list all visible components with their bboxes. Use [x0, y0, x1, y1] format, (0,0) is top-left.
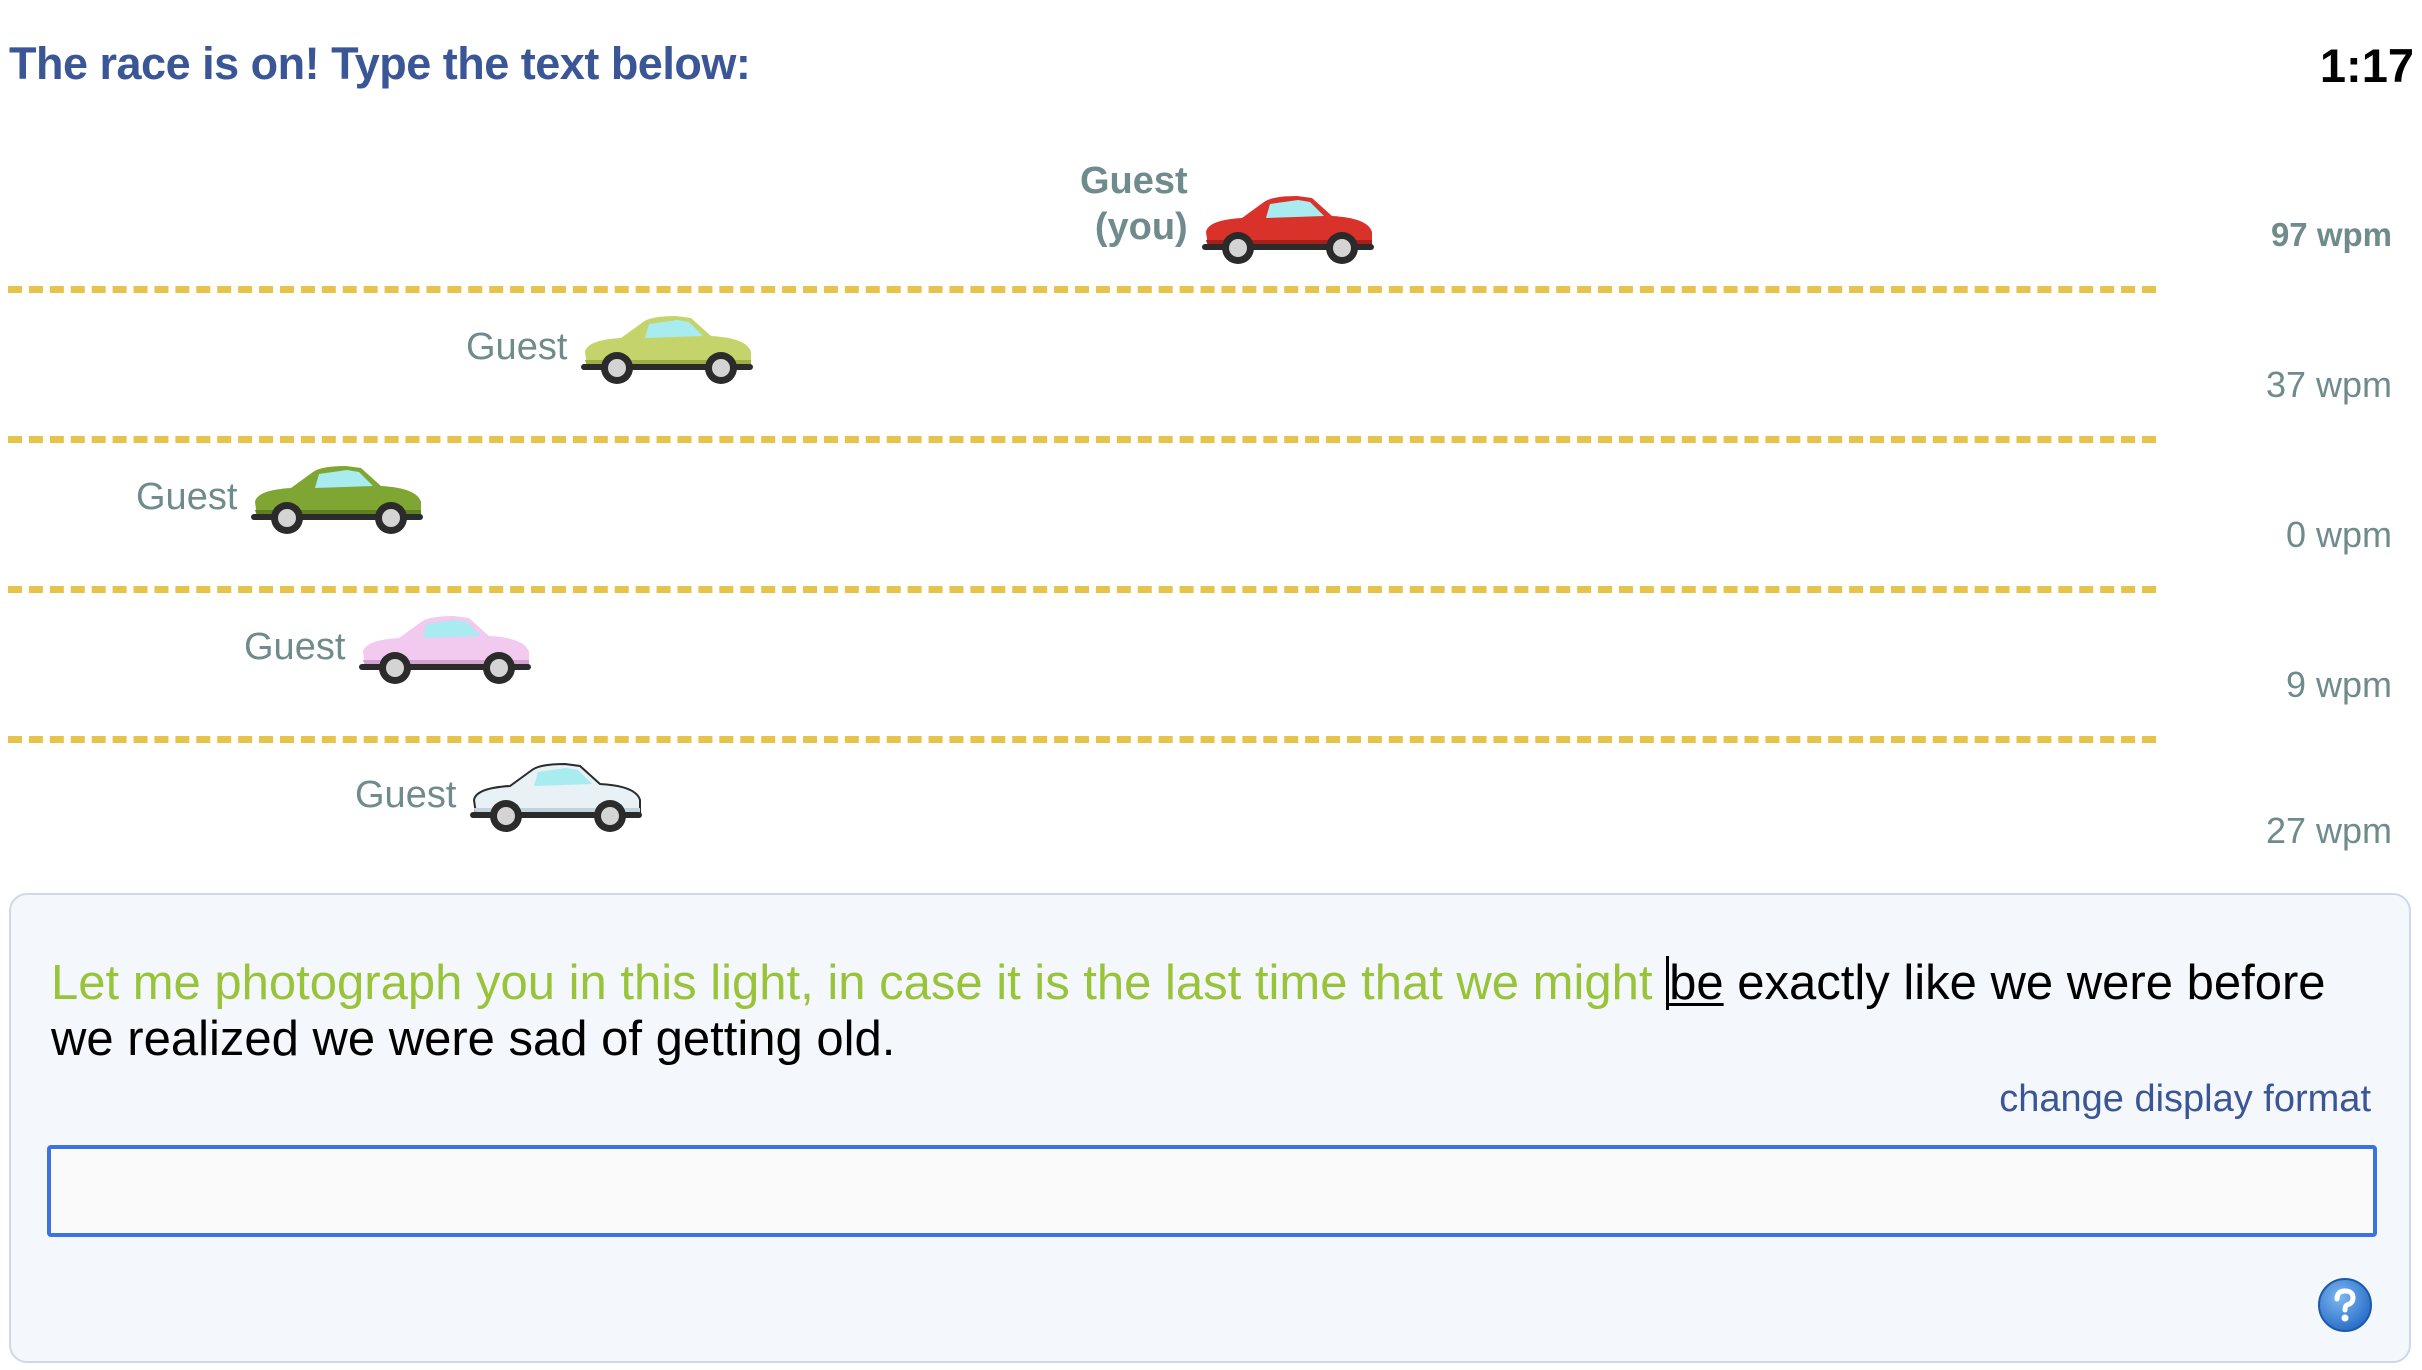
lane-5: Guest 27 wpm [0, 750, 2422, 900]
racer-name: Guest [355, 772, 456, 818]
racer-guest: Guest [244, 608, 532, 688]
racer-name-line1: Guest [466, 326, 568, 368]
racer-name-line1: Guest [244, 626, 346, 668]
red-car-icon [1201, 196, 1374, 264]
lane-4: Guest 9 wpm [0, 600, 2422, 750]
help-icon[interactable] [2317, 1277, 2373, 1333]
white-car-icon [470, 762, 643, 832]
racer-guest: Guest [136, 458, 424, 538]
racer-name: Guest [244, 624, 345, 670]
lane-3: Guest 0 wpm [0, 450, 2422, 600]
lane-2: Guest 37 wpm [0, 300, 2422, 450]
racer-name: Guest [136, 474, 237, 520]
green-car-icon [251, 466, 424, 534]
pink-car-icon [359, 616, 532, 684]
racer-guest: Guest [355, 756, 643, 836]
passage-typed: Let me photograph you in this light, in … [51, 956, 1667, 1010]
racer-you: Guest (you) [1080, 158, 1374, 268]
racer-wpm: 9 wpm [2285, 664, 2392, 705]
racer-name: Guest (you) [1080, 158, 1188, 250]
racer-wpm: 37 wpm [2265, 364, 2392, 405]
racer-name-line1: Guest [355, 774, 457, 816]
lane-divider [8, 436, 2156, 443]
lane-divider [8, 286, 2156, 293]
lane-divider [8, 586, 2156, 593]
race-timer: 1:17 [2319, 39, 2414, 92]
passage-text: Let me photograph you in this light, in … [51, 955, 2381, 1067]
racer-name-line2: (you) [1094, 206, 1188, 248]
typing-panel: Let me photograph you in this light, in … [9, 893, 2411, 1363]
racer-wpm: 97 wpm [2270, 216, 2392, 253]
yellow-green-car-icon [581, 316, 754, 384]
race-track: Guest (you) 97 wpm Guest 37 wpm Guest 0 … [0, 150, 2422, 895]
racer-guest: Guest [466, 308, 754, 388]
racer-name: Guest [466, 324, 567, 370]
typing-input[interactable] [47, 1145, 2377, 1237]
lane-1: Guest (you) 97 wpm [0, 150, 2422, 300]
header-title: The race is on! Type the text below: [9, 38, 751, 89]
change-display-format-link[interactable]: change display format [1999, 1078, 2371, 1121]
passage-current-word: be [1666, 956, 1724, 1010]
lane-divider [8, 736, 2156, 743]
racer-wpm: 0 wpm [2285, 514, 2392, 555]
racer-wpm: 27 wpm [2265, 810, 2392, 851]
racer-name-line1: Guest [136, 476, 238, 518]
racer-name-line1: Guest [1080, 160, 1188, 202]
